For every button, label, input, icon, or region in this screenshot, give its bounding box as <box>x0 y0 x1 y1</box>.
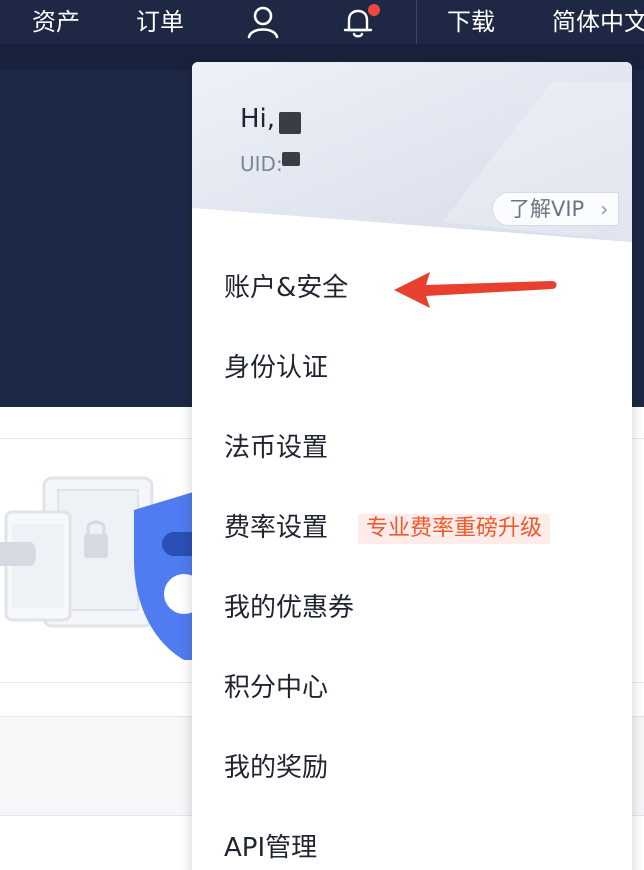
learn-vip-button[interactable]: 了解VIP › <box>492 192 620 226</box>
nav-orders[interactable]: 订单 <box>136 6 184 38</box>
nav-assets[interactable]: 资产 <box>32 6 80 38</box>
nav-download[interactable]: 下载 <box>447 6 495 38</box>
user-greeting: Hi, <box>240 104 276 134</box>
user-uid: UID: <box>240 152 283 176</box>
menu-item-points-center[interactable]: 积分中心 <box>224 670 328 706</box>
menu-item-my-coupons[interactable]: 我的优惠券 <box>224 590 354 626</box>
account-dropdown-menu: Hi, UID: 了解VIP › 账户&安全 身份认证 法币设置 费率设置 专业… <box>192 62 632 870</box>
menu-item-account-security[interactable]: 账户&安全 <box>224 270 348 306</box>
menu-item-fiat-settings[interactable]: 法币设置 <box>224 430 328 466</box>
nav-divider <box>416 0 417 44</box>
menu-item-fee-settings[interactable]: 费率设置 <box>224 510 328 546</box>
top-navigation-bar: 资产 订单 下载 简体中文 <box>0 0 644 44</box>
annotation-arrow-icon <box>394 272 557 308</box>
menu-item-api-management[interactable]: API管理 <box>224 830 317 866</box>
nav-language[interactable]: 简体中文 <box>552 6 644 38</box>
chevron-right-icon: › <box>600 197 609 221</box>
menu-item-my-rewards[interactable]: 我的奖励 <box>224 750 328 786</box>
fee-upgrade-badge: 专业费率重磅升级 <box>358 514 551 544</box>
user-icon[interactable] <box>245 4 281 40</box>
vip-label: 了解VIP <box>509 197 585 221</box>
menu-item-identity-verification[interactable]: 身份认证 <box>224 350 328 386</box>
notification-badge <box>368 4 380 16</box>
redacted-uid <box>282 152 300 166</box>
redacted-username <box>279 112 301 134</box>
